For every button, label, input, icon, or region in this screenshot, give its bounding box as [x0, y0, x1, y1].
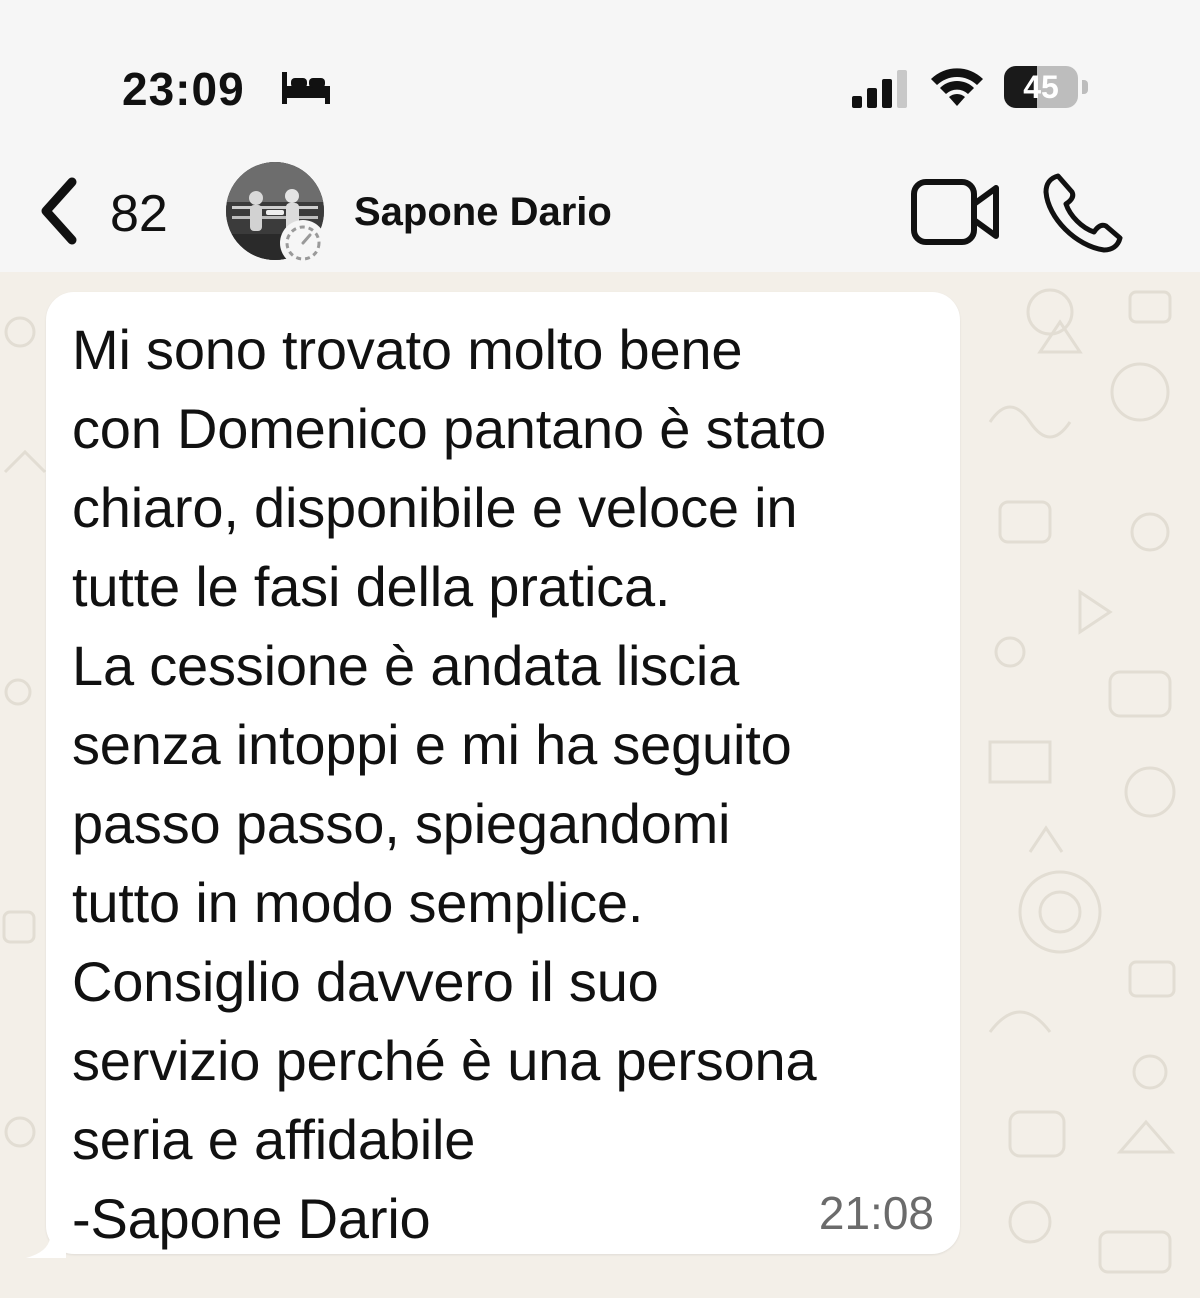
message-bubble[interactable]: Mi sono trovato molto bene con Domenico … [46, 292, 960, 1254]
status-bar: 23:09 45 [0, 0, 1200, 150]
status-time: 23:09 [122, 63, 245, 115]
back-button[interactable]: 82 [30, 172, 200, 250]
wifi-icon [931, 68, 983, 106]
battery-body: 45 [1004, 66, 1078, 108]
battery-cap [1082, 80, 1088, 94]
unread-count: 82 [110, 185, 168, 243]
chevron-left-icon [41, 177, 77, 245]
battery-level: 45 [1023, 69, 1059, 105]
status-icon [285, 225, 321, 261]
message-timestamp: 21:08 [818, 1187, 934, 1239]
bubble-tail [26, 1238, 66, 1258]
chat-header: 82 Sapone Dario [0, 150, 1200, 272]
bed-icon [282, 72, 330, 104]
voice-call-button[interactable] [1040, 170, 1130, 256]
cellular-signal-icon [852, 70, 907, 108]
chat-area[interactable]: Mi sono trovato molto bene con Domenico … [0, 272, 1200, 1298]
status-ring [280, 220, 326, 266]
video-call-button[interactable] [908, 176, 1004, 248]
phone-icon [1043, 173, 1123, 253]
video-camera-icon [911, 179, 999, 245]
contact-name[interactable]: Sapone Dario [354, 190, 612, 235]
battery-indicator: 45 [1004, 66, 1090, 110]
message-text: Mi sono trovato molto bene con Domenico … [72, 318, 827, 1250]
